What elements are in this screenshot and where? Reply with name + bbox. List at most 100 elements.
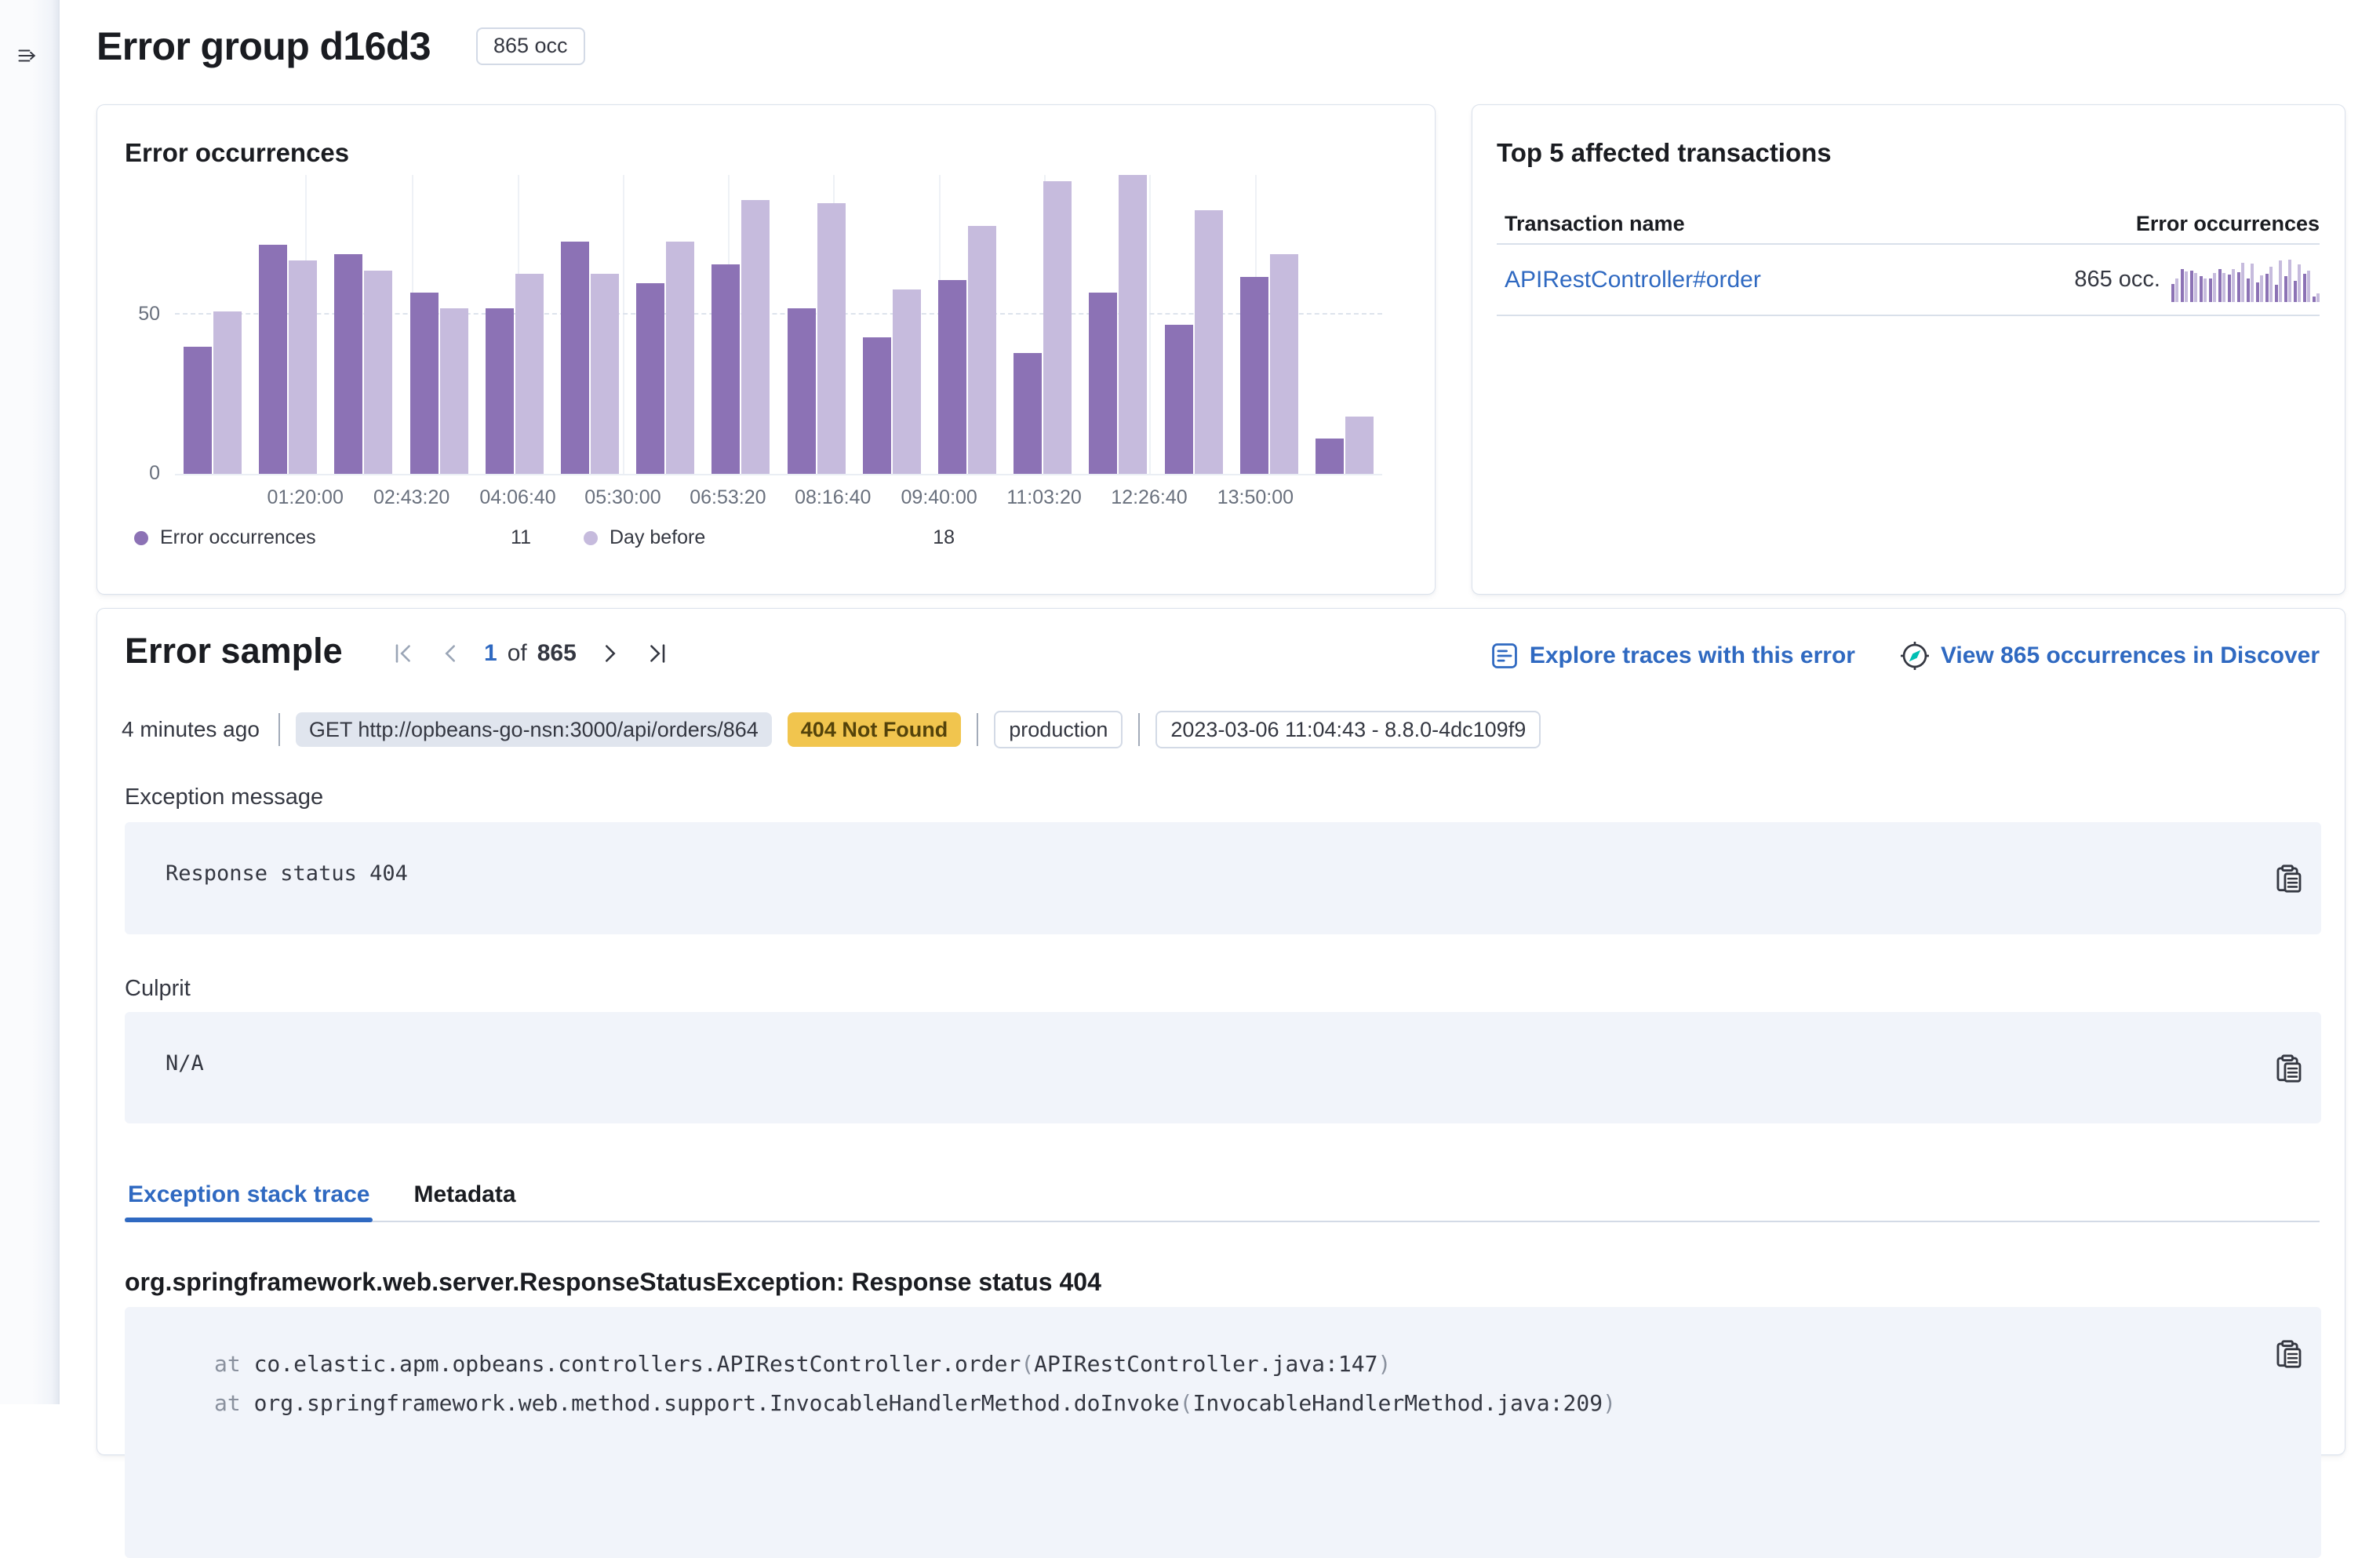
table-row: APIRestController#order 865 occ. <box>1505 245 2320 315</box>
bar-day-before <box>1195 210 1223 474</box>
bar-error-occurrences <box>1165 325 1193 475</box>
table-header: Transaction name Error occurrences <box>1505 212 2320 236</box>
request-badge: GET http://opbeans-go-nsn:3000/api/order… <box>296 712 772 747</box>
occurrences-sparkline <box>2171 258 2320 302</box>
separator <box>977 713 978 746</box>
spark-bar <box>2209 278 2212 302</box>
x-axis-line <box>175 474 1382 475</box>
spark-pair <box>2181 269 2188 301</box>
bar-error-occurrences <box>561 242 589 474</box>
bar-day-before <box>364 271 392 474</box>
spark-pair <box>2218 269 2225 302</box>
transaction-link[interactable]: APIRestController#order <box>1505 267 1761 293</box>
spark-pair <box>2275 260 2282 302</box>
bar-pair <box>1307 175 1382 474</box>
spark-bar <box>2204 278 2207 302</box>
occurrence-count: 865 occ. <box>2074 267 2160 293</box>
spark-pair <box>2190 271 2197 302</box>
error-occurrences-plot: 01:20:0002:43:2004:06:4005:30:0006:53:20… <box>175 175 1382 474</box>
bar-pair <box>477 175 552 474</box>
top-transactions-panel: Top 5 affected transactions Transaction … <box>1472 104 2345 595</box>
spark-bar <box>2247 278 2250 302</box>
exception-message-box: Response status 404 <box>125 822 2321 934</box>
bar-pair <box>779 175 854 474</box>
spark-bar <box>2228 275 2231 301</box>
page-title: Error group d16d3 <box>96 24 431 69</box>
bar-day-before <box>289 260 317 474</box>
legend-dot-day-before <box>584 531 598 545</box>
chevron-right-icon <box>599 642 622 665</box>
bar-error-occurrences <box>1316 439 1344 474</box>
sample-pagination: 1 of 865 <box>391 640 669 667</box>
bar-error-occurrences <box>259 245 287 474</box>
bar-day-before <box>968 226 996 474</box>
expand-menu-button[interactable] <box>13 41 42 71</box>
next-page-button[interactable] <box>598 641 623 666</box>
sample-tabs: Exception stack trace Metadata <box>125 1181 2320 1222</box>
copy-clipboard-icon <box>2273 864 2303 894</box>
previous-page-button[interactable] <box>438 641 463 666</box>
spark-pair <box>2171 278 2178 301</box>
spark-pair <box>2294 264 2301 302</box>
x-axis-tick: 05:30:00 <box>584 486 661 509</box>
spark-bar <box>2294 281 2297 302</box>
y-axis-tick-50: 50 <box>104 303 160 326</box>
bar-pair <box>1155 175 1231 474</box>
timestamp-ago: 4 minutes ago <box>122 717 260 742</box>
table-divider <box>1497 315 2320 316</box>
x-axis-tick: 04:06:40 <box>479 486 555 509</box>
spark-bar <box>2307 271 2310 302</box>
occurrence-count-badge: 865 occ <box>476 27 585 65</box>
tab-metadata[interactable]: Metadata <box>410 1181 519 1221</box>
x-axis-tick: 13:50:00 <box>1217 486 1294 509</box>
legend-item-error-occurrences[interactable]: Error occurrences 11 <box>134 526 531 549</box>
column-error-occurrences: Error occurrences <box>2136 212 2320 236</box>
view-in-discover-link[interactable]: View 865 occurrences in Discover <box>1901 642 2320 670</box>
separator <box>278 713 280 746</box>
bar-error-occurrences <box>788 308 816 474</box>
bar-day-before <box>1270 254 1298 474</box>
bar-day-before <box>1345 417 1374 474</box>
bar-pair <box>1232 175 1307 474</box>
spark-pair <box>2265 267 2273 302</box>
bar-day-before <box>1119 175 1147 474</box>
bars-row <box>175 175 1382 474</box>
x-axis-tick: 01:20:00 <box>267 486 344 509</box>
menu-right-icon <box>17 42 38 70</box>
first-page-button[interactable] <box>391 641 417 666</box>
copy-culprit-button[interactable] <box>2273 1053 2304 1084</box>
separator <box>1138 713 1140 746</box>
legend-item-day-before[interactable]: Day before 18 <box>584 526 955 549</box>
chevron-left-icon <box>439 642 462 665</box>
spark-pair <box>2209 273 2216 301</box>
bar-day-before <box>1043 181 1072 474</box>
page-indicator: 1 of 865 <box>484 640 577 667</box>
version-badge: 2023-03-06 11:04:43 - 8.8.0-4dc109f9 <box>1155 711 1541 748</box>
bar-pair <box>552 175 628 474</box>
explore-traces-link[interactable]: Explore traces with this error <box>1491 642 1855 669</box>
status-code-badge: 404 Not Found <box>788 712 962 747</box>
bar-pair <box>250 175 326 474</box>
copy-exception-message-button[interactable] <box>2273 863 2304 894</box>
stack-trace-heading: org.springframework.web.server.ResponseS… <box>125 1268 1101 1297</box>
total-pages: 865 <box>537 640 577 667</box>
spark-bar <box>2298 264 2301 302</box>
spark-bar <box>2251 264 2254 302</box>
bar-error-occurrences <box>1089 293 1117 474</box>
spark-bar <box>2269 267 2273 302</box>
tab-exception-stack-trace[interactable]: Exception stack trace <box>125 1181 373 1221</box>
sample-actions: Explore traces with this error View 865 … <box>1491 642 2320 670</box>
exception-message-value: Response status 404 <box>125 822 2321 886</box>
spark-bar <box>2279 260 2282 302</box>
bar-pair <box>175 175 250 474</box>
last-page-button[interactable] <box>644 641 669 666</box>
panel-title: Top 5 affected transactions <box>1497 138 1832 168</box>
spark-bar <box>2185 271 2188 301</box>
copy-stack-trace-button[interactable] <box>2273 1338 2304 1370</box>
collapsed-nav-sidebar <box>0 0 60 1404</box>
bar-error-occurrences <box>410 293 439 474</box>
bar-day-before <box>817 203 846 474</box>
view-in-discover-label: View 865 occurrences in Discover <box>1941 642 2320 669</box>
culprit-value: N/A <box>125 1012 2321 1076</box>
last-page-icon <box>645 642 668 665</box>
